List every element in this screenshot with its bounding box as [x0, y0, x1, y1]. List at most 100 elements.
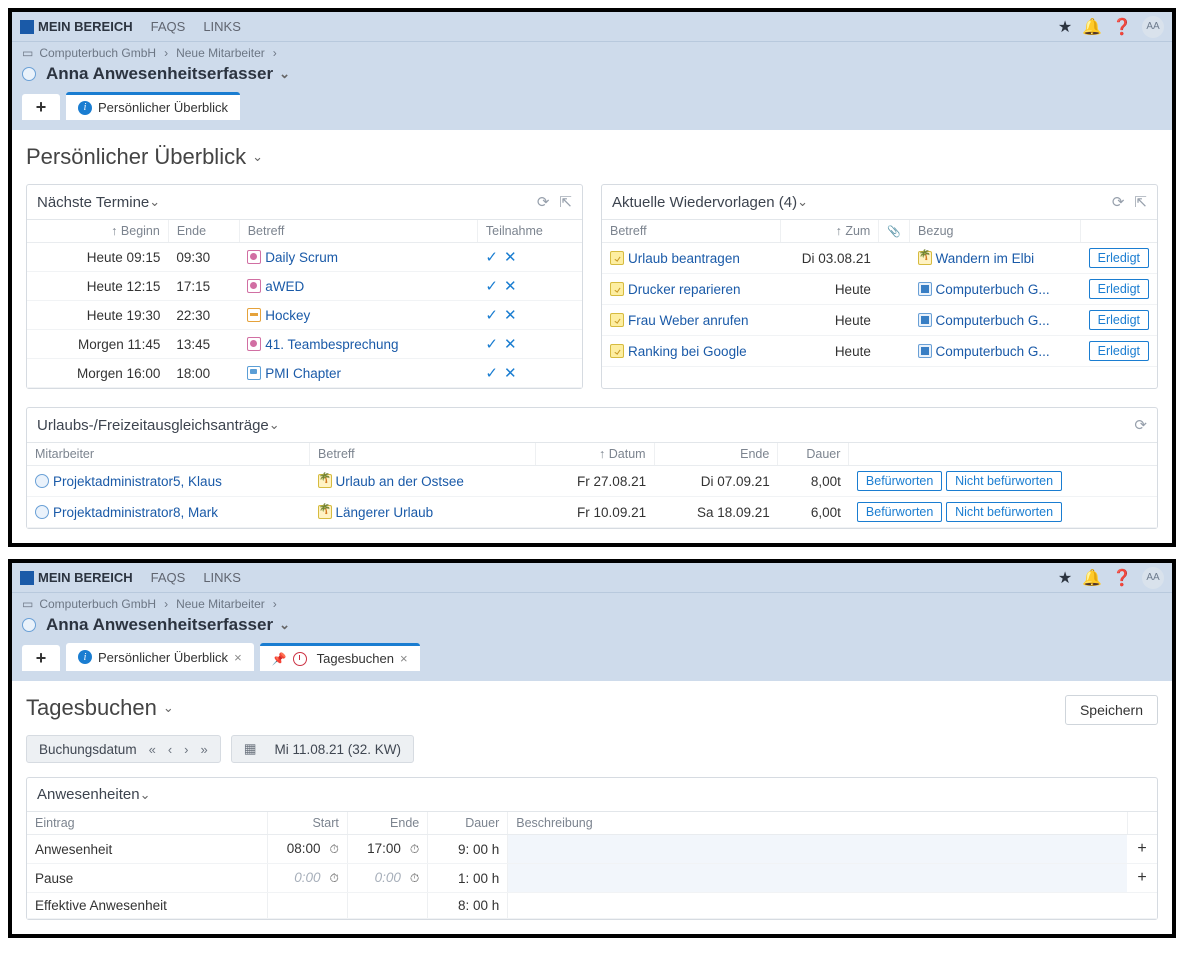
table-row[interactable]: Pause ⏱ ⏱ 1: 00 h + — [27, 864, 1157, 893]
nav-first-icon[interactable]: « — [149, 742, 156, 757]
help-icon[interactable]: ❓ — [1112, 568, 1132, 588]
star-icon[interactable]: ★ — [1058, 568, 1072, 588]
crumb-2[interactable]: Neue Mitarbeiter — [176, 597, 265, 611]
done-button[interactable]: Erledigt — [1089, 341, 1149, 361]
save-button[interactable]: Speichern — [1065, 695, 1158, 725]
col-betreff[interactable]: Betreff — [239, 220, 477, 243]
col-dauer[interactable]: Dauer — [778, 443, 849, 466]
table-row[interactable]: Morgen 11:45 13:45 41. Teambesprechung ✓… — [27, 330, 582, 359]
tab-overview[interactable]: i Persönlicher Überblick × — [66, 643, 254, 671]
col-beginn[interactable]: Beginn — [111, 224, 160, 238]
crumb-2[interactable]: Neue Mitarbeiter — [176, 46, 265, 60]
table-row[interactable]: Effektive Anwesenheit 8: 00 h — [27, 893, 1157, 919]
ref-link[interactable]: Computerbuch G... — [936, 282, 1050, 297]
table-row[interactable]: Projektadministrator8, Mark Längerer Url… — [27, 497, 1157, 528]
col-betreff[interactable]: Betreff — [310, 443, 536, 466]
accept-icon[interactable]: ✓ — [485, 249, 498, 266]
decline-icon[interactable]: ✕ — [504, 278, 517, 295]
col-teilnahme[interactable]: Teilnahme — [477, 220, 582, 243]
card-title[interactable]: Anwesenheiten — [37, 786, 140, 803]
col-beschreibung[interactable]: Beschreibung — [508, 812, 1127, 835]
tab-overview[interactable]: i Persönlicher Überblick — [66, 92, 240, 120]
approve-button[interactable]: Befürworten — [857, 502, 942, 522]
col-mitarbeiter[interactable]: Mitarbeiter — [27, 443, 310, 466]
add-row-button[interactable]: + — [1127, 835, 1157, 864]
time-hours-input[interactable] — [356, 841, 386, 856]
card-title[interactable]: Aktuelle Wiedervorlagen (4) — [612, 194, 797, 211]
reject-button[interactable]: Nicht befürworten — [946, 471, 1062, 491]
popout-icon[interactable]: ⇱ — [1134, 193, 1147, 211]
time-hours-input[interactable] — [356, 870, 386, 885]
col-dauer[interactable]: Dauer — [428, 812, 508, 835]
accept-icon[interactable]: ✓ — [485, 307, 498, 324]
done-button[interactable]: Erledigt — [1089, 248, 1149, 268]
decline-icon[interactable]: ✕ — [504, 365, 517, 382]
decline-icon[interactable]: ✕ — [504, 249, 517, 266]
avatar[interactable]: AA — [1142, 567, 1164, 589]
cell-beschreibung[interactable] — [508, 835, 1127, 864]
stopwatch-icon[interactable]: ⏱ — [330, 871, 339, 885]
approve-button[interactable]: Befürworten — [857, 471, 942, 491]
nav-prev-icon[interactable]: ‹ — [168, 742, 172, 757]
table-row[interactable]: Urlaub beantragen Di 03.08.21 Wandern im… — [602, 243, 1157, 274]
stopwatch-icon[interactable]: ⏱ — [330, 842, 339, 856]
add-row-button[interactable]: + — [1127, 864, 1157, 893]
nav-next-icon[interactable]: › — [184, 742, 188, 757]
done-button[interactable]: Erledigt — [1089, 310, 1149, 330]
refresh-icon[interactable]: ⟳ — [1134, 416, 1147, 434]
time-mins-input[interactable] — [306, 870, 328, 885]
bell-icon[interactable]: 🔔 — [1082, 17, 1102, 37]
nav-links[interactable]: LINKS — [203, 19, 241, 34]
tab-tagesbuchen[interactable]: 📌 Tagesbuchen × — [260, 643, 420, 671]
star-icon[interactable]: ★ — [1058, 17, 1072, 37]
pin-icon[interactable]: 📌 — [272, 652, 287, 666]
decline-icon[interactable]: ✕ — [504, 336, 517, 353]
vac-link[interactable]: Urlaub an der Ostsee — [336, 474, 464, 489]
accept-icon[interactable]: ✓ — [485, 336, 498, 353]
card-title[interactable]: Urlaubs-/Freizeitausgleichsanträge — [37, 417, 269, 434]
close-icon[interactable]: × — [400, 651, 408, 666]
col-betreff[interactable]: Betreff — [602, 220, 781, 243]
event-link[interactable]: Hockey — [265, 308, 310, 323]
table-row[interactable]: Anwesenheit ⏱ ⏱ 9: 00 h + — [27, 835, 1157, 864]
help-icon[interactable]: ❓ — [1112, 17, 1132, 37]
ma-link[interactable]: Projektadministrator8, Mark — [53, 505, 218, 520]
table-row[interactable]: Heute 09:15 09:30 Daily Scrum ✓✕ — [27, 243, 582, 272]
refresh-icon[interactable]: ⟳ — [537, 193, 550, 211]
task-link[interactable]: Drucker reparieren — [628, 282, 741, 297]
page-title[interactable]: Tagesbuchen ⌄ — [26, 695, 1065, 721]
nav-myarea[interactable]: MEIN BEREICH — [38, 570, 133, 585]
table-row[interactable]: Heute 12:15 17:15 aWED ✓✕ — [27, 272, 582, 301]
task-link[interactable]: Frau Weber anrufen — [628, 313, 749, 328]
ref-link[interactable]: Wandern im Elbi — [936, 251, 1035, 266]
tab-add-button[interactable]: + — [22, 645, 60, 671]
tab-add-button[interactable]: + — [22, 94, 60, 120]
nav-links[interactable]: LINKS — [203, 570, 241, 585]
time-hours-input[interactable] — [276, 870, 306, 885]
accept-icon[interactable]: ✓ — [485, 278, 498, 295]
col-eintrag[interactable]: Eintrag — [27, 812, 267, 835]
nav-faqs[interactable]: FAQS — [151, 19, 186, 34]
table-row[interactable]: Frau Weber anrufen Heute Computerbuch G.… — [602, 305, 1157, 336]
avatar[interactable]: AA — [1142, 16, 1164, 38]
table-row[interactable]: Projektadministrator5, Klaus Urlaub an d… — [27, 466, 1157, 497]
stopwatch-icon[interactable]: ⏱ — [410, 842, 419, 856]
col-datum[interactable]: Datum — [599, 447, 646, 461]
event-link[interactable]: PMI Chapter — [265, 366, 341, 381]
col-zum[interactable]: Zum — [836, 224, 871, 238]
crumb-1[interactable]: Computerbuch GmbH — [39, 46, 156, 60]
col-start[interactable]: Start — [267, 812, 347, 835]
record-title[interactable]: Anna Anwesenheitserfasser ⌄ — [22, 64, 1162, 84]
popout-icon[interactable]: ⇱ — [559, 193, 572, 211]
cell-beschreibung[interactable] — [508, 864, 1127, 893]
record-title[interactable]: Anna Anwesenheitserfasser ⌄ — [22, 615, 1162, 635]
col-ende[interactable]: Ende — [654, 443, 778, 466]
page-title[interactable]: Persönlicher Überblick ⌄ — [26, 144, 1158, 170]
crumb-1[interactable]: Computerbuch GmbH — [39, 597, 156, 611]
col-bezug[interactable]: Bezug — [910, 220, 1081, 243]
reject-button[interactable]: Nicht befürworten — [946, 502, 1062, 522]
task-link[interactable]: Ranking bei Google — [628, 344, 747, 359]
refresh-icon[interactable]: ⟳ — [1112, 193, 1125, 211]
time-mins-input[interactable] — [306, 841, 328, 856]
ma-link[interactable]: Projektadministrator5, Klaus — [53, 474, 222, 489]
